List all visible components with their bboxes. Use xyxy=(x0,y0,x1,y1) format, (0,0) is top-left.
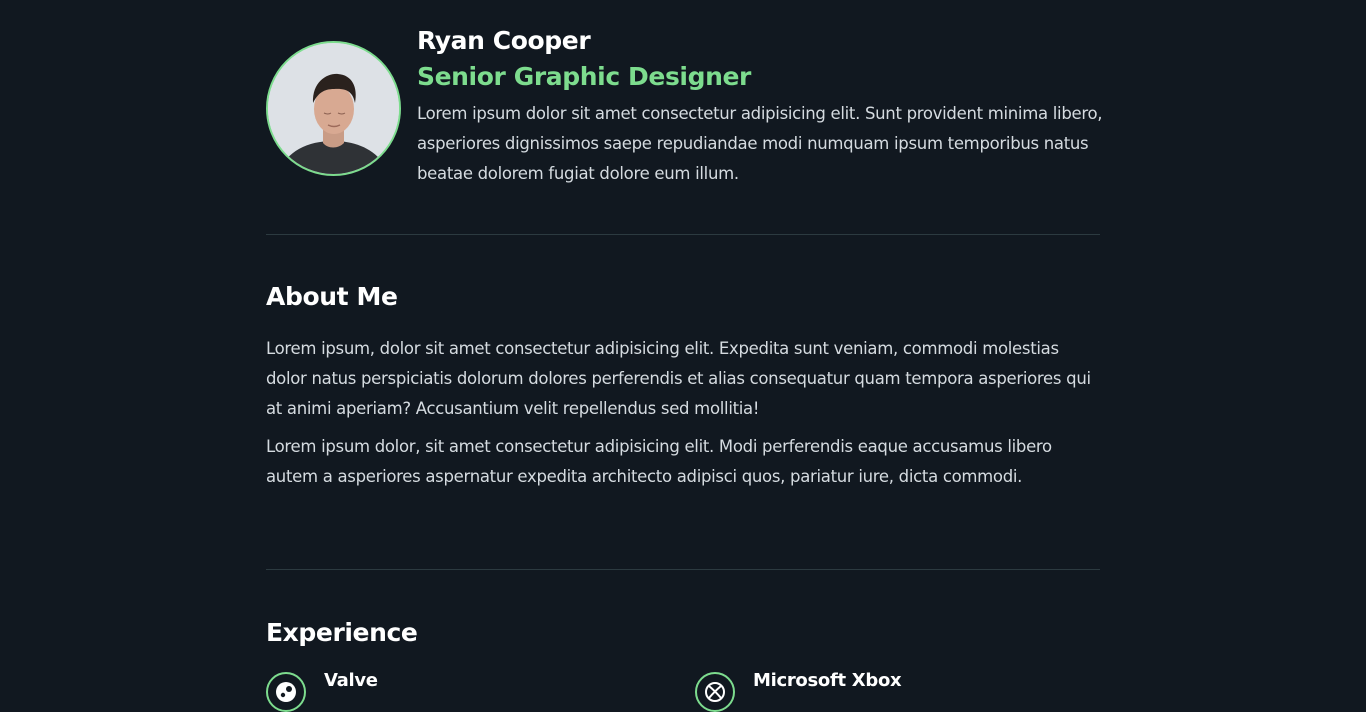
steam-icon xyxy=(266,672,306,712)
xbox-icon xyxy=(695,672,735,712)
experience-item-microsoft-xbox[interactable]: Microsoft Xbox xyxy=(695,670,902,712)
profile-header: Ryan Cooper Senior Graphic Designer Lore… xyxy=(266,0,1103,235)
about-title: About Me xyxy=(266,282,398,311)
experience-item-valve[interactable]: Valve xyxy=(266,670,378,712)
resume-page: Ryan Cooper Senior Graphic Designer Lore… xyxy=(266,0,1103,712)
profile-summary: Ryan Cooper Senior Graphic Designer Lore… xyxy=(417,24,1107,189)
avatar xyxy=(266,41,401,176)
about-paragraph: Lorem ipsum, dolor sit amet consectetur … xyxy=(266,339,1091,418)
experience-section: Experience Valve Microsoft Xbox xyxy=(266,570,1100,712)
experience-title: Experience xyxy=(266,618,418,647)
about-section: About Me Lorem ipsum, dolor sit amet con… xyxy=(266,235,1100,570)
profile-name: Ryan Cooper xyxy=(417,26,591,55)
about-paragraph: Lorem ipsum dolor, sit amet consectetur … xyxy=(266,437,1052,486)
profile-role: Senior Graphic Designer xyxy=(417,62,751,91)
experience-company: Microsoft Xbox xyxy=(753,670,902,691)
experience-company: Valve xyxy=(324,670,378,691)
profile-photo-icon xyxy=(268,43,399,174)
profile-intro: Lorem ipsum dolor sit amet consectetur a… xyxy=(417,104,1103,183)
about-body: Lorem ipsum, dolor sit amet consectetur … xyxy=(266,334,1100,500)
